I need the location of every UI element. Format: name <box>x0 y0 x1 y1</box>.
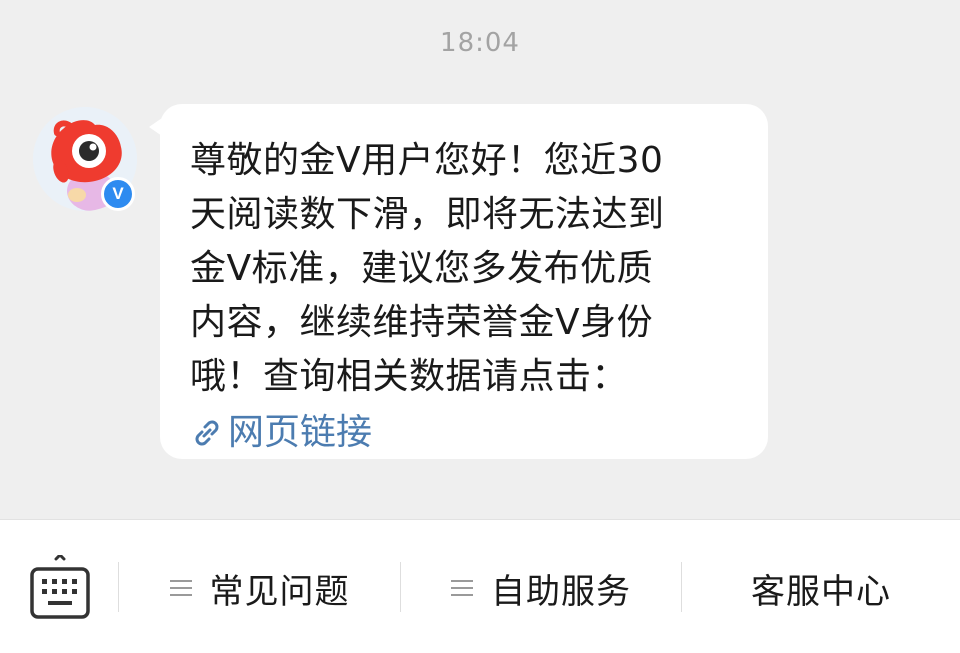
verified-badge: V <box>101 177 135 211</box>
bottom-menu-bar: 常见问题 自助服务 客服中心 <box>0 519 960 653</box>
keyboard-icon <box>30 553 90 619</box>
menu-self-service[interactable]: 自助服务 <box>401 564 681 612</box>
message-line: 哦！查询相关数据请点击： <box>190 356 629 397</box>
menu-icon <box>451 580 473 596</box>
menu-customer-service[interactable]: 客服中心 <box>682 564 960 612</box>
menu-self-service-label: 自助服务 <box>491 571 631 612</box>
keyboard-toggle-button[interactable] <box>30 553 90 621</box>
web-link-label: 网页链接 <box>228 412 373 453</box>
menu-faq[interactable]: 常见问题 <box>119 564 400 612</box>
message-timestamp: 18:04 <box>440 28 520 58</box>
chat-area: 18:04 V 尊敬的金V用户您好！您近30 天阅读数下滑，即将无法达到 金V标… <box>0 0 960 519</box>
web-link[interactable]: 网页链接 <box>190 406 748 460</box>
menu-faq-label: 常见问题 <box>209 571 350 612</box>
message-line: 尊敬的金V用户您好！您近30 <box>190 140 664 181</box>
link-icon <box>195 420 219 446</box>
message-line: 天阅读数下滑，即将无法达到 <box>190 194 665 235</box>
menu-icon <box>169 580 192 596</box>
message-line: 内容，继续维持荣誉金V身份 <box>190 302 654 343</box>
message-bubble[interactable]: 尊敬的金V用户您好！您近30 天阅读数下滑，即将无法达到 金V标准，建议您多发布… <box>160 104 768 459</box>
menu-customer-service-label: 客服中心 <box>751 571 891 612</box>
message-line: 金V标准，建议您多发布优质 <box>190 248 654 289</box>
